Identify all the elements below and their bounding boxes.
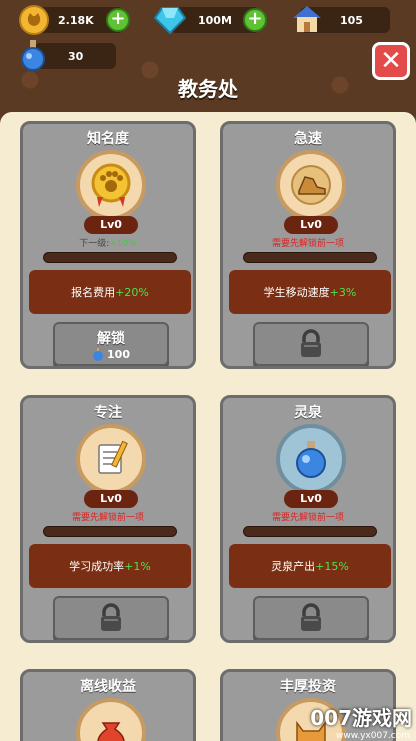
card-title: 灵泉 [294,405,322,421]
effect-value: +20% [115,285,149,299]
next-level-value: +10% [109,239,137,249]
locked-button[interactable] [253,322,369,366]
upgrade-card-fame: 知名度 Lv0 下一级:+10% 报名费用 +20% 解锁 100 [20,121,196,369]
cat-coin-icon [19,5,49,35]
house-value: 105 [340,13,363,27]
content-panel: 知名度 Lv0 下一级:+10% 报名费用 +20% 解锁 100 急速 Lv0 … [0,112,416,741]
progress-bar [43,252,177,263]
upgrade-card-focus: 专注 Lv0 需要先解锁前一项 学习成功率 +1% [20,395,196,643]
money-bag-icon [76,698,146,741]
effect-box: 学习成功率 +1% [29,544,191,588]
effect-label: 灵泉产出 [271,560,316,573]
effect-value: +3% [329,285,357,299]
watermark-logo: 007游戏网 [310,706,412,730]
diamond-icon [154,5,186,35]
effect-label: 学习成功率 [69,560,125,573]
upgrade-card-spring: 灵泉 Lv0 需要先解锁前一项 灵泉产出 +15% [220,395,396,643]
potion-icon [276,424,346,494]
coin-value: 2.18K [58,13,94,27]
level-badge: Lv0 [284,490,338,508]
level-badge: Lv0 [84,216,138,234]
lock-icon [101,603,121,631]
medal-icon [76,150,146,220]
progress-bar [243,252,377,263]
potion-value: 30 [68,49,84,63]
potion-icon [18,38,48,72]
watermark-url: www.yx007.com [335,731,410,741]
locked-button[interactable] [253,596,369,640]
next-level-text: 下一级:+10% [23,236,193,249]
effect-label: 学生移动速度 [263,286,330,299]
page-title: 教务处 [178,77,238,101]
locked-button[interactable] [53,596,169,640]
effect-box: 灵泉产出 +15% [229,544,391,588]
add-gems-button[interactable]: + [243,8,267,32]
level-badge: Lv0 [84,490,138,508]
house-icon [292,3,322,35]
potion-icon [93,347,104,361]
requirement-text: 需要先解锁前一项 [271,513,344,523]
level-badge: Lv0 [284,216,338,234]
card-title: 专注 [94,405,122,421]
card-title: 离线收益 [80,679,136,695]
effect-value: +1% [124,559,151,573]
card-title: 急速 [294,131,322,147]
shoe-icon [276,150,346,220]
card-title: 丰厚投资 [280,679,336,695]
gem-value: 100M [198,13,232,27]
progress-bar [43,526,177,537]
effect-value: +15% [315,559,349,573]
requirement-text: 需要先解锁前一项 [271,239,344,249]
requirement-text: 需要先解锁前一项 [71,513,144,523]
unlock-cost-value: 100 [107,347,130,361]
notepad-icon [76,424,146,494]
next-level-label: 下一级: [79,239,110,249]
card-title: 知名度 [87,131,129,147]
unlock-button[interactable]: 解锁 100 [53,322,169,366]
effect-label: 报名费用 [71,286,116,299]
unlock-label: 解锁 [97,330,125,347]
effect-box: 学生移动速度 +3% [229,270,391,314]
unlock-cost: 100 [92,347,130,361]
resource-bar: 2.18K + 100M + 105 30 ✕ 教务处 [0,0,416,112]
effect-box: 报名费用 +20% [29,270,191,314]
add-coins-button[interactable]: + [106,8,130,32]
lock-icon [301,329,321,357]
lock-icon [301,603,321,631]
upgrade-card-offline: 离线收益 [20,669,196,741]
progress-bar [243,526,377,537]
upgrade-card-speed: 急速 Lv0 需要先解锁前一项 学生移动速度 +3% [220,121,396,369]
